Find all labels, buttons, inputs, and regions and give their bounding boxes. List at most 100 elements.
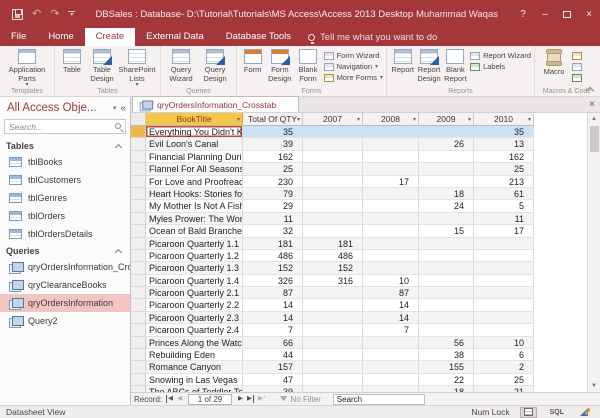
row-selector[interactable]	[131, 324, 146, 336]
cell-2008[interactable]	[363, 349, 419, 361]
collapse-group-icon[interactable]	[116, 143, 122, 149]
cell-2009[interactable]	[419, 163, 474, 175]
cell-2008[interactable]: 87	[363, 287, 419, 299]
filter-dropdown-icon[interactable]: ▾	[357, 116, 360, 123]
cell-2008[interactable]	[363, 213, 419, 225]
row-selector[interactable]	[131, 225, 146, 237]
labels-button[interactable]: Labels	[470, 62, 531, 72]
form-button[interactable]: Form	[240, 48, 265, 75]
row-selector[interactable]	[131, 386, 146, 392]
design-view-button[interactable]	[577, 407, 592, 418]
form-wizard-button[interactable]: Form Wizard	[324, 51, 383, 61]
column-header-2010[interactable]: 2010 ▾	[474, 113, 534, 126]
cell-2007[interactable]	[303, 299, 363, 311]
cell-2010[interactable]	[474, 299, 534, 311]
cell-2009[interactable]: 155	[419, 361, 474, 373]
next-record-button[interactable]: ▶	[238, 395, 243, 403]
row-selector[interactable]	[131, 151, 146, 163]
cell-2007[interactable]	[303, 213, 363, 225]
cell-2008[interactable]	[363, 151, 419, 163]
cell-2010[interactable]: 35	[474, 126, 534, 138]
help-button[interactable]: ?	[512, 0, 534, 28]
cell-2008[interactable]	[363, 374, 419, 386]
cell-2008[interactable]	[363, 126, 419, 138]
row-selector[interactable]	[131, 176, 146, 188]
query-design-button[interactable]: Query Design	[198, 48, 232, 83]
cell-2007[interactable]	[303, 225, 363, 237]
cell-total[interactable]: 152	[243, 262, 303, 274]
nav-group-queries-header[interactable]: Queries	[0, 243, 130, 258]
cell-booktitle[interactable]: Princes Along the Watc	[146, 337, 243, 349]
report-design-button[interactable]: Report Design	[415, 48, 442, 83]
sidebar-item-query[interactable]: Query2	[0, 312, 130, 330]
table-design-button[interactable]: Table Design	[86, 48, 118, 83]
cell-2010[interactable]: 5	[474, 200, 534, 212]
shutter-bar-close-icon[interactable]: «	[120, 103, 126, 114]
cell-2009[interactable]	[419, 287, 474, 299]
close-button[interactable]: ×	[578, 0, 600, 28]
row-selector[interactable]	[131, 299, 146, 311]
cell-2010[interactable]: 10	[474, 337, 534, 349]
cell-2007[interactable]	[303, 361, 363, 373]
cell-total[interactable]: 79	[243, 188, 303, 200]
cell-booktitle[interactable]: Picaroon Quarterly 2.3	[146, 312, 243, 324]
cell-booktitle[interactable]: Myles Prower: The Wor	[146, 213, 243, 225]
cell-2009[interactable]	[419, 176, 474, 188]
cell-booktitle[interactable]: Heart Hooks: Stories for	[146, 188, 243, 200]
cell-2007[interactable]: 316	[303, 275, 363, 287]
cell-total[interactable]: 25	[243, 163, 303, 175]
cell-2008[interactable]: 14	[363, 299, 419, 311]
cell-total[interactable]: 44	[243, 349, 303, 361]
cell-2010[interactable]: 11	[474, 213, 534, 225]
account-name[interactable]: Muhammad Waqas	[416, 9, 498, 20]
column-header-2007[interactable]: 2007 ▾	[303, 113, 363, 126]
redo-icon[interactable]: ↷	[50, 9, 59, 20]
row-selector[interactable]	[131, 262, 146, 274]
cell-booktitle[interactable]: Snowing in Las Vegas	[146, 374, 243, 386]
cell-total[interactable]: 47	[243, 374, 303, 386]
row-selector[interactable]	[131, 275, 146, 287]
document-tab-crosstab[interactable]: qryOrdersInformation_Crosstab	[132, 96, 299, 112]
cell-2008[interactable]	[363, 386, 419, 392]
cell-2008[interactable]	[363, 138, 419, 150]
record-search-input[interactable]	[333, 394, 425, 405]
undo-icon[interactable]: ↶	[32, 9, 41, 20]
close-document-icon[interactable]: ×	[589, 99, 595, 111]
cell-2008[interactable]	[363, 250, 419, 262]
cell-booktitle[interactable]: Picaroon Quarterly 1.2	[146, 250, 243, 262]
cell-2010[interactable]: 13	[474, 138, 534, 150]
cell-2009[interactable]	[419, 312, 474, 324]
cell-2007[interactable]: 486	[303, 250, 363, 262]
cell-2010[interactable]	[474, 312, 534, 324]
sidebar-item-query[interactable]: qryOrdersInformation_Crosst...	[0, 258, 130, 276]
cell-2008[interactable]	[363, 163, 419, 175]
cell-2009[interactable]	[419, 151, 474, 163]
filter-dropdown-icon[interactable]: ▾	[413, 116, 416, 123]
cell-2009[interactable]	[419, 262, 474, 274]
cell-total[interactable]: 157	[243, 361, 303, 373]
scroll-up-icon[interactable]: ▲	[588, 113, 600, 125]
cell-total[interactable]: 181	[243, 238, 303, 250]
cell-total[interactable]: 230	[243, 176, 303, 188]
row-selector[interactable]	[131, 312, 146, 324]
cell-total[interactable]: 11	[243, 213, 303, 225]
cell-2007[interactable]	[303, 138, 363, 150]
sidebar-item-table[interactable]: tblCustomers	[0, 171, 130, 189]
cell-booktitle[interactable]: My Mother Is Not A Fish	[146, 200, 243, 212]
first-record-button[interactable]: ◀	[166, 395, 173, 403]
tab-database-tools[interactable]: Database Tools	[215, 28, 302, 46]
tab-external-data[interactable]: External Data	[135, 28, 215, 46]
cell-2009[interactable]	[419, 299, 474, 311]
cell-booktitle[interactable]: Picaroon Quarterly 2.2	[146, 299, 243, 311]
new-record-button[interactable]: ▶*	[258, 395, 266, 403]
cell-2010[interactable]	[474, 250, 534, 262]
tab-create[interactable]: Create	[85, 28, 136, 46]
row-selector[interactable]	[131, 361, 146, 373]
row-selector[interactable]	[131, 163, 146, 175]
cell-2007[interactable]	[303, 312, 363, 324]
cell-booktitle[interactable]: The ABCs of Toddler To	[146, 386, 243, 392]
class-module-icon[interactable]	[572, 63, 582, 71]
row-selector[interactable]	[131, 138, 146, 150]
sidebar-item-table[interactable]: tblGenres	[0, 189, 130, 207]
collapse-ribbon-icon[interactable]	[586, 85, 594, 93]
